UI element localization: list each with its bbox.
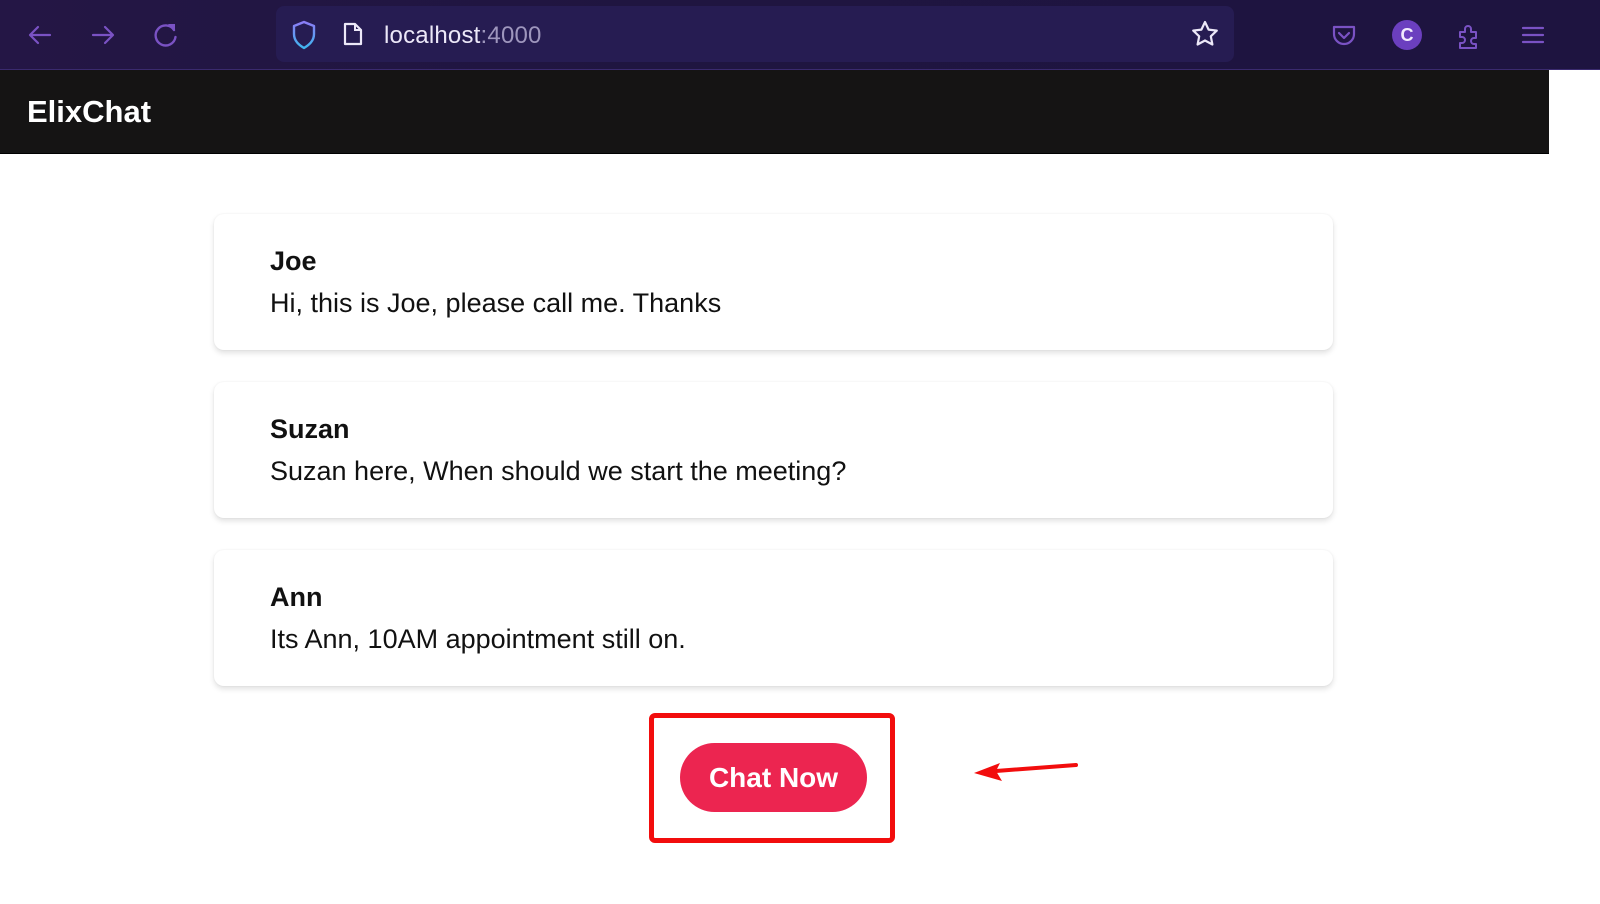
extensions-button[interactable] (1452, 17, 1488, 53)
message-text: Hi, this is Joe, please call me. Thanks (270, 288, 722, 318)
url-port: :4000 (480, 22, 542, 49)
star-icon (1192, 20, 1218, 46)
url-text[interactable]: localhost:4000 (384, 22, 542, 50)
annotation-arrow-icon (974, 763, 1078, 781)
forward-arrow-icon (91, 25, 115, 45)
chat-now-button[interactable]: Chat Now (680, 743, 867, 812)
message-card: Suzan Suzan here, When should we start t… (214, 382, 1333, 518)
menu-icon (1521, 26, 1545, 44)
page-icon (342, 21, 364, 52)
back-arrow-icon (28, 25, 52, 45)
profile-button[interactable]: C (1389, 17, 1425, 53)
message-card: Joe Hi, this is Joe, please call me. Tha… (214, 214, 1333, 350)
url-host: localhost (384, 22, 481, 49)
pocket-icon (1332, 25, 1356, 46)
message-text: Its Ann, 10AM appointment still on. (270, 624, 686, 654)
reload-button[interactable] (148, 17, 184, 53)
menu-button[interactable] (1515, 17, 1551, 53)
message-sender: Joe (270, 246, 317, 276)
profile-icon: C (1392, 20, 1422, 50)
message-sender: Suzan (270, 414, 350, 444)
message-text: Suzan here, When should we start the mee… (270, 456, 847, 486)
message-sender: Ann (270, 582, 323, 612)
message-card: Ann Its Ann, 10AM appointment still on. (214, 550, 1333, 686)
app-title: ElixChat (27, 94, 152, 129)
browser-toolbar: localhost:4000 C (0, 0, 1600, 70)
back-button[interactable] (22, 17, 58, 53)
bookmark-star-button[interactable] (1190, 19, 1220, 54)
reload-icon (154, 24, 177, 47)
app-header: ElixChat (0, 70, 1549, 154)
shield-icon[interactable] (290, 20, 318, 55)
forward-button[interactable] (85, 17, 121, 53)
extensions-icon (1459, 25, 1477, 49)
pocket-button[interactable] (1326, 17, 1362, 53)
url-bar[interactable]: localhost:4000 (276, 6, 1234, 62)
